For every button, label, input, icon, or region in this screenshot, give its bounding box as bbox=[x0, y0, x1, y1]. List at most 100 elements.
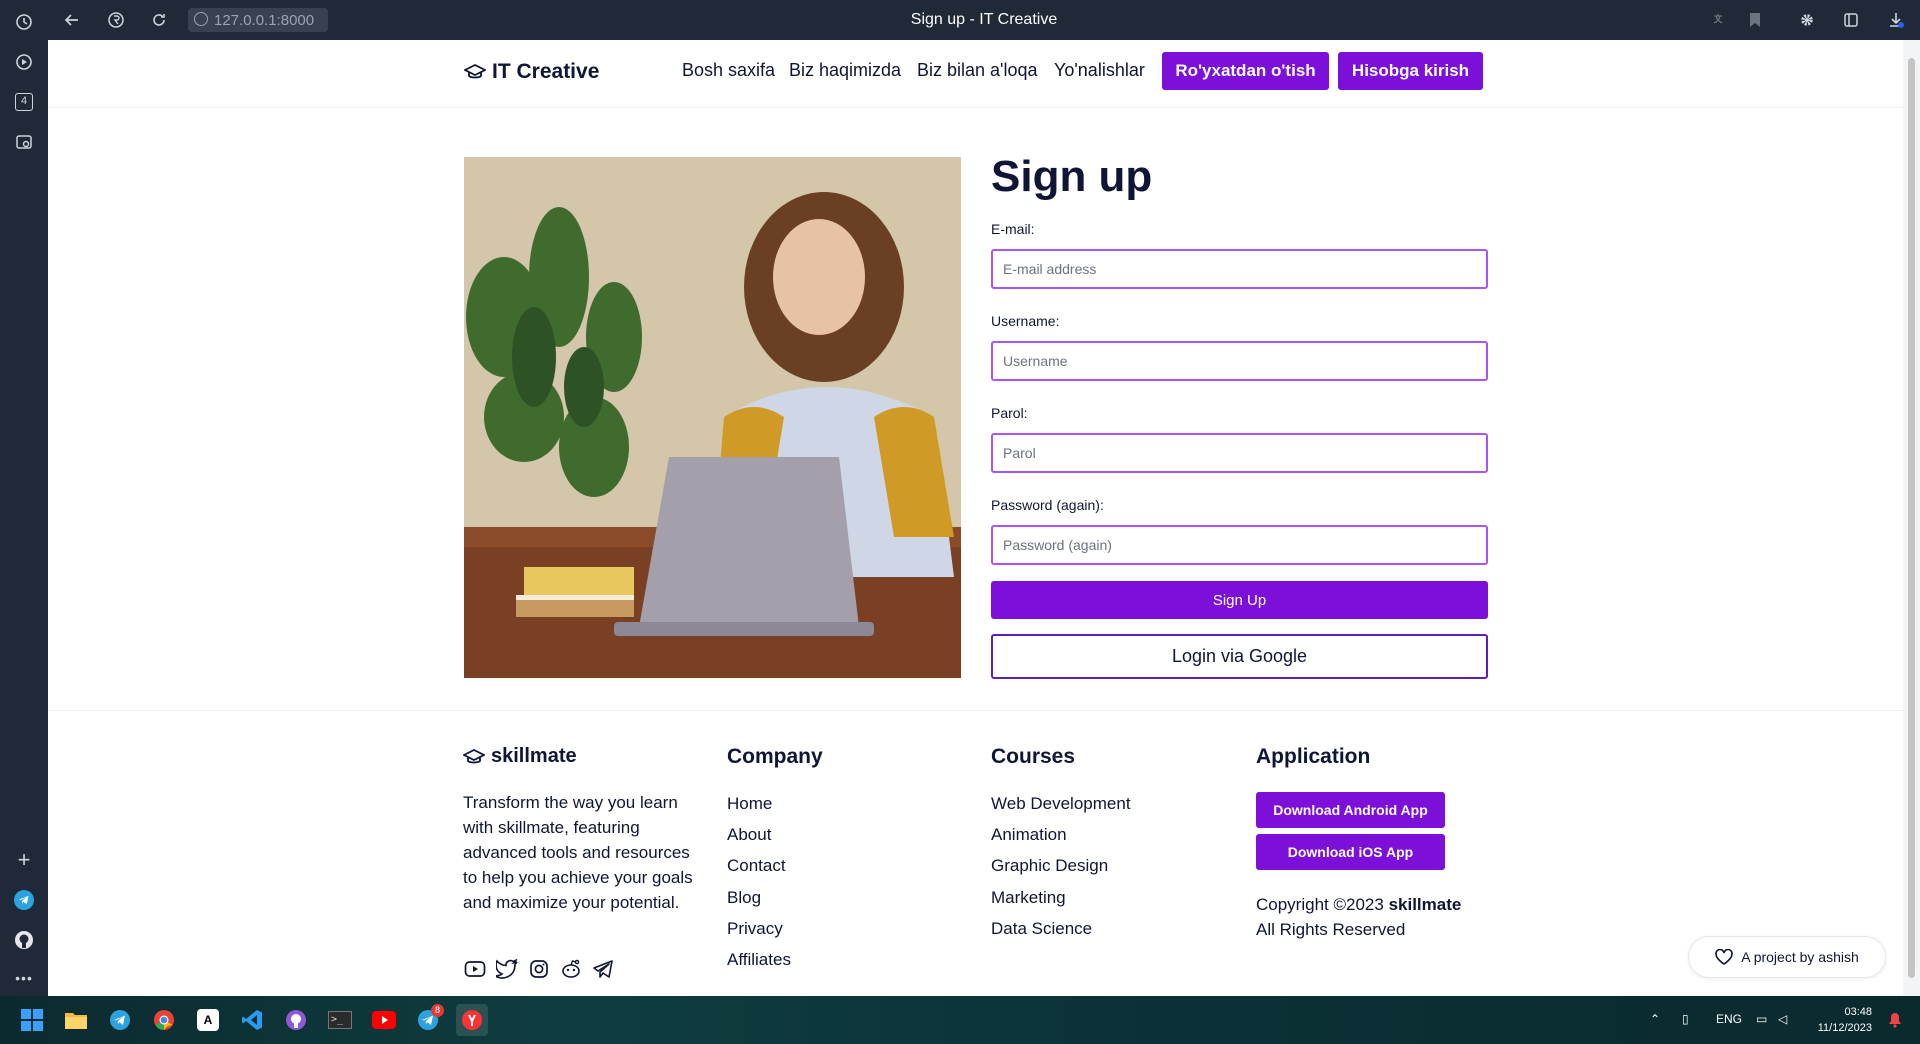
vscode-icon[interactable] bbox=[236, 1004, 268, 1036]
nav-about[interactable]: Biz haqimizda bbox=[789, 60, 901, 81]
settings-icon[interactable] bbox=[1795, 8, 1819, 32]
browser-page-title: Sign up - IT Creative bbox=[910, 11, 1058, 28]
web-page: IT Creative Bosh saxifa Biz haqimizda Bi… bbox=[48, 40, 1903, 996]
bookmark-icon[interactable] bbox=[1743, 8, 1767, 32]
courses-heading: Courses bbox=[991, 745, 1076, 768]
username-field[interactable]: Username bbox=[991, 341, 1488, 381]
terminal-icon[interactable]: >_ bbox=[324, 1004, 356, 1036]
footer-link-contact[interactable]: Contact bbox=[727, 856, 786, 876]
course-link-web-development[interactable]: Web Development bbox=[991, 794, 1131, 814]
password-field[interactable]: Parol bbox=[991, 433, 1488, 473]
windows-taskbar: A >_ 8 ⌃ ▯ ENG ▭ ◁ 03:48 11/12/2023 bbox=[0, 996, 1920, 1044]
course-link-graphic-design[interactable]: Graphic Design bbox=[991, 856, 1108, 876]
windows-start-icon[interactable] bbox=[16, 1004, 48, 1036]
course-link-marketing[interactable]: Marketing bbox=[991, 888, 1066, 908]
copyright-brand: skillmate bbox=[1388, 895, 1462, 914]
chrome-icon[interactable] bbox=[148, 1004, 180, 1036]
app-ai-icon[interactable]: A bbox=[192, 1004, 224, 1036]
company-heading: Company bbox=[727, 745, 823, 768]
register-button[interactable]: Ro'yxatdan o'tish bbox=[1162, 52, 1329, 90]
workspace-badge[interactable]: 4 bbox=[12, 90, 36, 114]
history-icon[interactable] bbox=[12, 10, 36, 34]
reload-icon[interactable] bbox=[147, 8, 171, 32]
downloads-icon[interactable] bbox=[1884, 8, 1908, 32]
telegram-app-icon[interactable] bbox=[104, 1004, 136, 1036]
email-placeholder: E-mail address bbox=[1003, 261, 1097, 277]
sign-up-button[interactable]: Sign Up bbox=[991, 581, 1488, 619]
nav-directions[interactable]: Yo'nalishlar bbox=[1054, 60, 1145, 81]
nav-contact[interactable]: Biz bilan a'loqa bbox=[917, 60, 1038, 81]
address-bar[interactable]: 127.0.0.1:8000 bbox=[188, 8, 328, 32]
nav-home[interactable]: Bosh saxifa bbox=[682, 60, 775, 81]
copyright-prefix: Copyright ©2023 bbox=[1256, 895, 1384, 914]
hero-photo bbox=[464, 157, 961, 678]
password-again-field[interactable]: Password (again) bbox=[991, 525, 1488, 565]
notification-icon[interactable] bbox=[1888, 1012, 1902, 1031]
username-placeholder: Username bbox=[1003, 353, 1068, 369]
login-button[interactable]: Hisobga kirish bbox=[1338, 52, 1483, 90]
twitter-icon[interactable] bbox=[495, 957, 519, 981]
browser-toolbar: Sign up - IT Creative 127.0.0.1:8000 bbox=[48, 0, 1920, 40]
footer-link-about[interactable]: About bbox=[727, 825, 771, 845]
footer-description: Transform the way you learn with skillma… bbox=[463, 793, 693, 912]
screenshot-icon[interactable] bbox=[12, 130, 36, 154]
site-logo[interactable]: IT Creative bbox=[464, 60, 599, 84]
video-icon[interactable] bbox=[12, 50, 36, 74]
download-ios-button[interactable]: Download iOS App bbox=[1256, 834, 1445, 870]
youtube-icon[interactable] bbox=[463, 957, 487, 981]
password-label: Parol: bbox=[991, 405, 1028, 421]
language-indicator[interactable]: ENG bbox=[1716, 1012, 1742, 1026]
email-label: E-mail: bbox=[991, 221, 1035, 237]
workspace-count: 4 bbox=[15, 93, 33, 111]
network-icon[interactable]: ▭ bbox=[1756, 1012, 1767, 1026]
more-icon[interactable]: ••• bbox=[12, 966, 36, 990]
clock[interactable]: 03:48 11/12/2023 bbox=[1812, 1004, 1872, 1036]
footer-link-blog[interactable]: Blog bbox=[727, 888, 761, 908]
translate-icon[interactable] bbox=[1708, 8, 1732, 32]
github-desktop-icon[interactable] bbox=[280, 1004, 312, 1036]
graduation-cap-icon bbox=[463, 748, 485, 763]
collections-icon[interactable] bbox=[1839, 8, 1863, 32]
yandex-browser-icon[interactable] bbox=[456, 1004, 488, 1036]
project-credit-badge[interactable]: A project by ashish bbox=[1688, 936, 1886, 978]
telegram-app-icon-2[interactable]: 8 bbox=[412, 1004, 444, 1036]
usb-icon[interactable]: ▯ bbox=[1682, 1012, 1689, 1026]
tray-chevron-icon[interactable]: ⌃ bbox=[1650, 1012, 1660, 1026]
telegram-icon[interactable] bbox=[12, 888, 36, 912]
url-text: 127.0.0.1:8000 bbox=[214, 11, 315, 29]
application-heading: Application bbox=[1256, 745, 1371, 768]
footer-link-privacy[interactable]: Privacy bbox=[727, 919, 783, 939]
download-android-button[interactable]: Download Android App bbox=[1256, 792, 1445, 828]
username-label: Username: bbox=[991, 313, 1060, 329]
youtube-app-icon[interactable] bbox=[368, 1004, 400, 1036]
page-title: Sign up bbox=[991, 152, 1153, 201]
scrollbar-thumb[interactable] bbox=[1908, 58, 1915, 978]
course-link-animation[interactable]: Animation bbox=[991, 825, 1067, 845]
reddit-icon[interactable] bbox=[559, 957, 583, 981]
password-placeholder: Parol bbox=[1003, 445, 1036, 461]
copyright: Copyright ©2023 skillmate All Rights Res… bbox=[1256, 892, 1461, 942]
password-again-placeholder: Password (again) bbox=[1003, 537, 1112, 553]
password-again-label: Password (again): bbox=[991, 497, 1104, 513]
google-login-button[interactable]: Login via Google bbox=[991, 634, 1488, 679]
project-author: ashish bbox=[1818, 949, 1859, 965]
file-explorer-icon[interactable] bbox=[60, 1004, 92, 1036]
yandex-icon[interactable] bbox=[104, 8, 128, 32]
telegram-badge: 8 bbox=[431, 1004, 444, 1017]
footer-link-affiliates[interactable]: Affiliates bbox=[727, 950, 791, 970]
footer-logo[interactable]: skillmate bbox=[463, 745, 577, 768]
telegram-icon[interactable] bbox=[591, 957, 615, 981]
back-icon[interactable] bbox=[60, 8, 84, 32]
footer-divider bbox=[48, 710, 1903, 711]
add-icon[interactable]: + bbox=[12, 847, 36, 872]
site-info-icon[interactable] bbox=[194, 12, 208, 26]
footer-link-home[interactable]: Home bbox=[727, 794, 772, 814]
site-header: IT Creative Bosh saxifa Biz haqimizda Bi… bbox=[48, 40, 1903, 108]
github-icon[interactable] bbox=[12, 928, 36, 952]
volume-icon[interactable]: ◁ bbox=[1778, 1012, 1787, 1026]
email-field[interactable]: E-mail address bbox=[991, 249, 1488, 289]
course-link-data-science[interactable]: Data Science bbox=[991, 919, 1092, 939]
page-scrollbar[interactable] bbox=[1903, 40, 1920, 996]
instagram-icon[interactable] bbox=[527, 957, 551, 981]
time: 03:48 bbox=[1844, 1006, 1872, 1018]
